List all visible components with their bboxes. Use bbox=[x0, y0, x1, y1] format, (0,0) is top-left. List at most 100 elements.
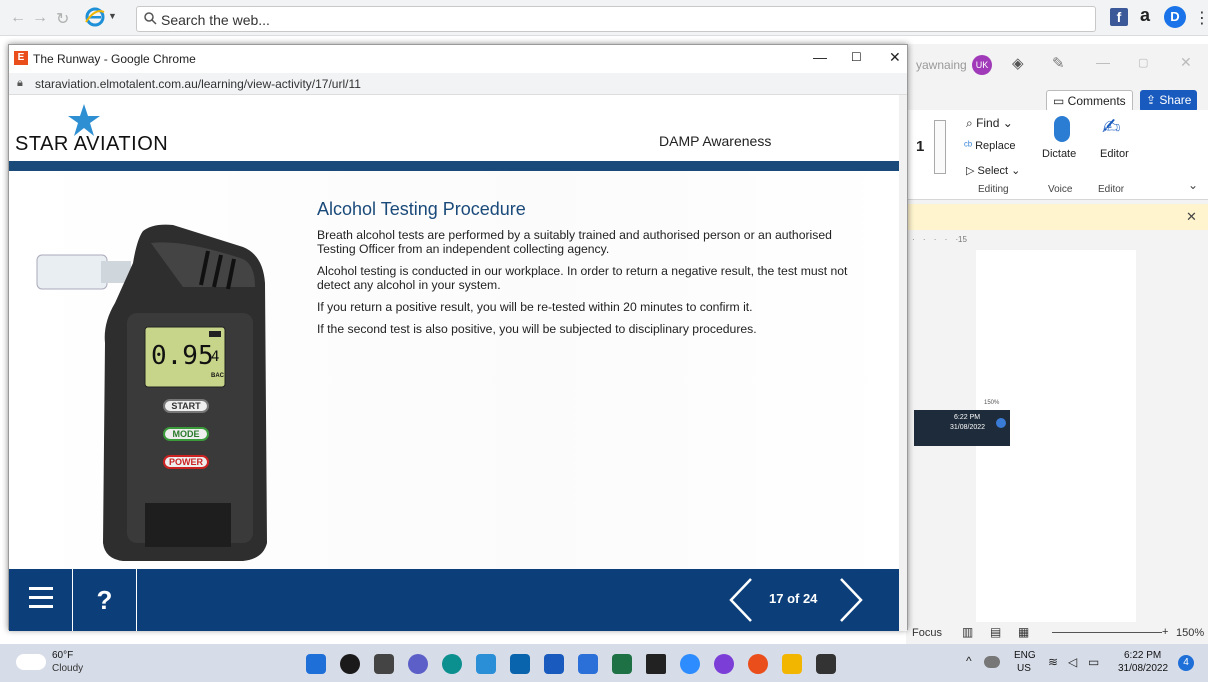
amazon-icon[interactable]: a bbox=[1140, 5, 1150, 26]
elmo-favicon-icon: E bbox=[14, 51, 28, 65]
maximize-icon[interactable]: ☐ bbox=[851, 50, 862, 64]
weather-desc[interactable]: Cloudy bbox=[52, 663, 83, 674]
dictate-label[interactable]: Dictate bbox=[1042, 148, 1076, 160]
minimize-icon[interactable]: — bbox=[1096, 54, 1110, 70]
popup-scrollbar[interactable] bbox=[899, 95, 907, 631]
taskbar: 60°F Cloudy ^ ENG US ≋ ◁ ▭ 6:22 PM 31/08… bbox=[0, 644, 1208, 682]
clock-date[interactable]: 31/08/2022 bbox=[1118, 663, 1168, 674]
mini-date: 31/08/2022 bbox=[950, 424, 986, 431]
close-icon[interactable]: ✕ bbox=[889, 49, 901, 66]
task-view-icon[interactable] bbox=[374, 654, 394, 674]
clock-time[interactable]: 6:22 PM bbox=[1124, 650, 1161, 661]
paragraph-4: If the second test is also positive, you… bbox=[317, 322, 757, 336]
lang-top[interactable]: ENG bbox=[1014, 650, 1036, 661]
focus-button[interactable]: Focus bbox=[912, 627, 942, 639]
battery-icon bbox=[209, 331, 221, 337]
brand-logo-text: STAR AVIATION bbox=[15, 133, 169, 155]
chat-icon[interactable] bbox=[408, 654, 428, 674]
battery-icon[interactable]: ▭ bbox=[1088, 655, 1099, 669]
close-icon[interactable]: ✕ bbox=[1180, 54, 1192, 71]
print-layout-icon[interactable]: ▤ bbox=[990, 625, 1001, 639]
facebook-icon[interactable]: f bbox=[1110, 8, 1128, 26]
teams-icon[interactable] bbox=[578, 654, 598, 674]
zoom-in-icon[interactable]: + bbox=[1162, 626, 1168, 638]
back-icon[interactable]: ← bbox=[10, 9, 26, 27]
find-label: Find bbox=[976, 116, 1000, 130]
start-icon[interactable] bbox=[306, 654, 326, 674]
zoom-slider[interactable] bbox=[1052, 632, 1162, 633]
notepad-icon[interactable] bbox=[816, 654, 836, 674]
prev-arrow-icon[interactable] bbox=[725, 575, 755, 625]
mini-zoom-slider: 150% bbox=[914, 400, 1010, 408]
replace-label: Replace bbox=[975, 140, 1016, 152]
avatar[interactable]: UK bbox=[972, 55, 992, 75]
font-size-digit[interactable]: 1 bbox=[916, 138, 924, 155]
select-button[interactable]: ▷ Select ⌄ bbox=[966, 164, 1020, 177]
header-divider bbox=[9, 161, 899, 171]
minimize-icon[interactable]: — bbox=[813, 49, 827, 65]
popup-title: The Runway - Google Chrome bbox=[33, 52, 196, 66]
menu-button[interactable] bbox=[9, 569, 73, 631]
star-logo-icon bbox=[67, 103, 101, 137]
tray-cloud-icon[interactable] bbox=[984, 656, 1000, 668]
paragraph-3: If you return a positive result, you wil… bbox=[317, 300, 753, 314]
cursor-icon: ▷ bbox=[966, 165, 978, 177]
replace-button[interactable]: ᶜᵇ Replace bbox=[964, 140, 1015, 152]
notification-badge[interactable]: 4 bbox=[1178, 655, 1194, 671]
dropdown-chevron-icon[interactable]: ▼ bbox=[108, 11, 117, 21]
device-reading-suffix: 4 bbox=[211, 349, 220, 365]
group-voice: Voice bbox=[1048, 184, 1073, 195]
ie-logo-icon[interactable] bbox=[84, 6, 106, 28]
excel-icon[interactable] bbox=[612, 654, 632, 674]
device-unit: BAC bbox=[211, 373, 224, 379]
zoom-level[interactable]: 150% bbox=[1176, 627, 1204, 639]
edge-icon[interactable] bbox=[442, 654, 462, 674]
url-text[interactable]: staraviation.elmotalent.com.au/learning/… bbox=[35, 77, 361, 91]
weather-temp[interactable]: 60°F bbox=[52, 650, 73, 661]
device-mode-button: MODE bbox=[163, 427, 209, 441]
help-button[interactable]: ? bbox=[73, 569, 137, 631]
font-size-spinner[interactable] bbox=[934, 120, 946, 174]
search-box[interactable]: Search the web... bbox=[136, 6, 1096, 32]
reload-icon[interactable]: ↻ bbox=[56, 9, 69, 29]
address-bar[interactable]: 🔒︎ staraviation.elmotalent.com.au/learni… bbox=[9, 73, 907, 95]
chrome-icon[interactable] bbox=[748, 654, 768, 674]
find-button[interactable]: ⌕ Find ⌄ bbox=[966, 116, 1013, 131]
wifi-icon[interactable]: ≋ bbox=[1048, 655, 1058, 669]
store-icon[interactable] bbox=[476, 654, 496, 674]
microphone-icon[interactable] bbox=[1054, 116, 1070, 142]
breathalyzer-icon: . bbox=[36, 224, 267, 561]
app-icon[interactable] bbox=[646, 654, 666, 674]
file-explorer-icon[interactable] bbox=[782, 654, 802, 674]
extension-icon[interactable]: D bbox=[1164, 6, 1186, 28]
search-icon[interactable] bbox=[340, 654, 360, 674]
word-window: yawnaing UK ◈ ✎ — ▢ ✕ ▭ Comments ⇪ Share… bbox=[906, 44, 1208, 644]
pen-icon[interactable]: ✎ bbox=[1052, 54, 1065, 72]
share-button[interactable]: ⇪ Share bbox=[1140, 90, 1198, 112]
next-arrow-icon[interactable] bbox=[837, 575, 867, 625]
ribbon-collapse-icon[interactable]: ⌄ bbox=[1188, 178, 1198, 192]
device-reading: 0.95 bbox=[151, 341, 214, 371]
volume-icon[interactable]: ◁ bbox=[1068, 655, 1077, 669]
zoom-icon[interactable] bbox=[680, 654, 700, 674]
breathalyzer-illustration: . 0.95 4 BAC START MODE POWER bbox=[33, 203, 273, 563]
read-mode-icon[interactable]: ▥ bbox=[962, 625, 973, 639]
lang-bottom[interactable]: US bbox=[1017, 663, 1031, 674]
app-circle-icon[interactable] bbox=[714, 654, 734, 674]
web-layout-icon[interactable]: ▦ bbox=[1018, 625, 1029, 639]
comments-button[interactable]: ▭ Comments bbox=[1046, 90, 1133, 112]
editor-pen-icon[interactable]: ✍ bbox=[1102, 114, 1120, 140]
group-editing: Editing bbox=[978, 184, 1009, 195]
menu-icon[interactable]: ⋮ bbox=[1194, 8, 1208, 28]
close-notification-icon[interactable]: ✕ bbox=[1186, 209, 1197, 225]
mail-icon[interactable] bbox=[510, 654, 530, 674]
editor-label[interactable]: Editor bbox=[1100, 148, 1129, 160]
restore-icon[interactable]: ▢ bbox=[1138, 56, 1148, 69]
forward-icon[interactable]: → bbox=[32, 9, 48, 27]
tray-chevron-icon[interactable]: ^ bbox=[966, 654, 972, 668]
share-icon: ⇪ bbox=[1146, 93, 1160, 107]
cloud-icon[interactable] bbox=[16, 654, 46, 670]
diamond-icon[interactable]: ◈ bbox=[1012, 54, 1024, 72]
word-icon[interactable] bbox=[544, 654, 564, 674]
word-username: yawnaing bbox=[916, 58, 967, 72]
